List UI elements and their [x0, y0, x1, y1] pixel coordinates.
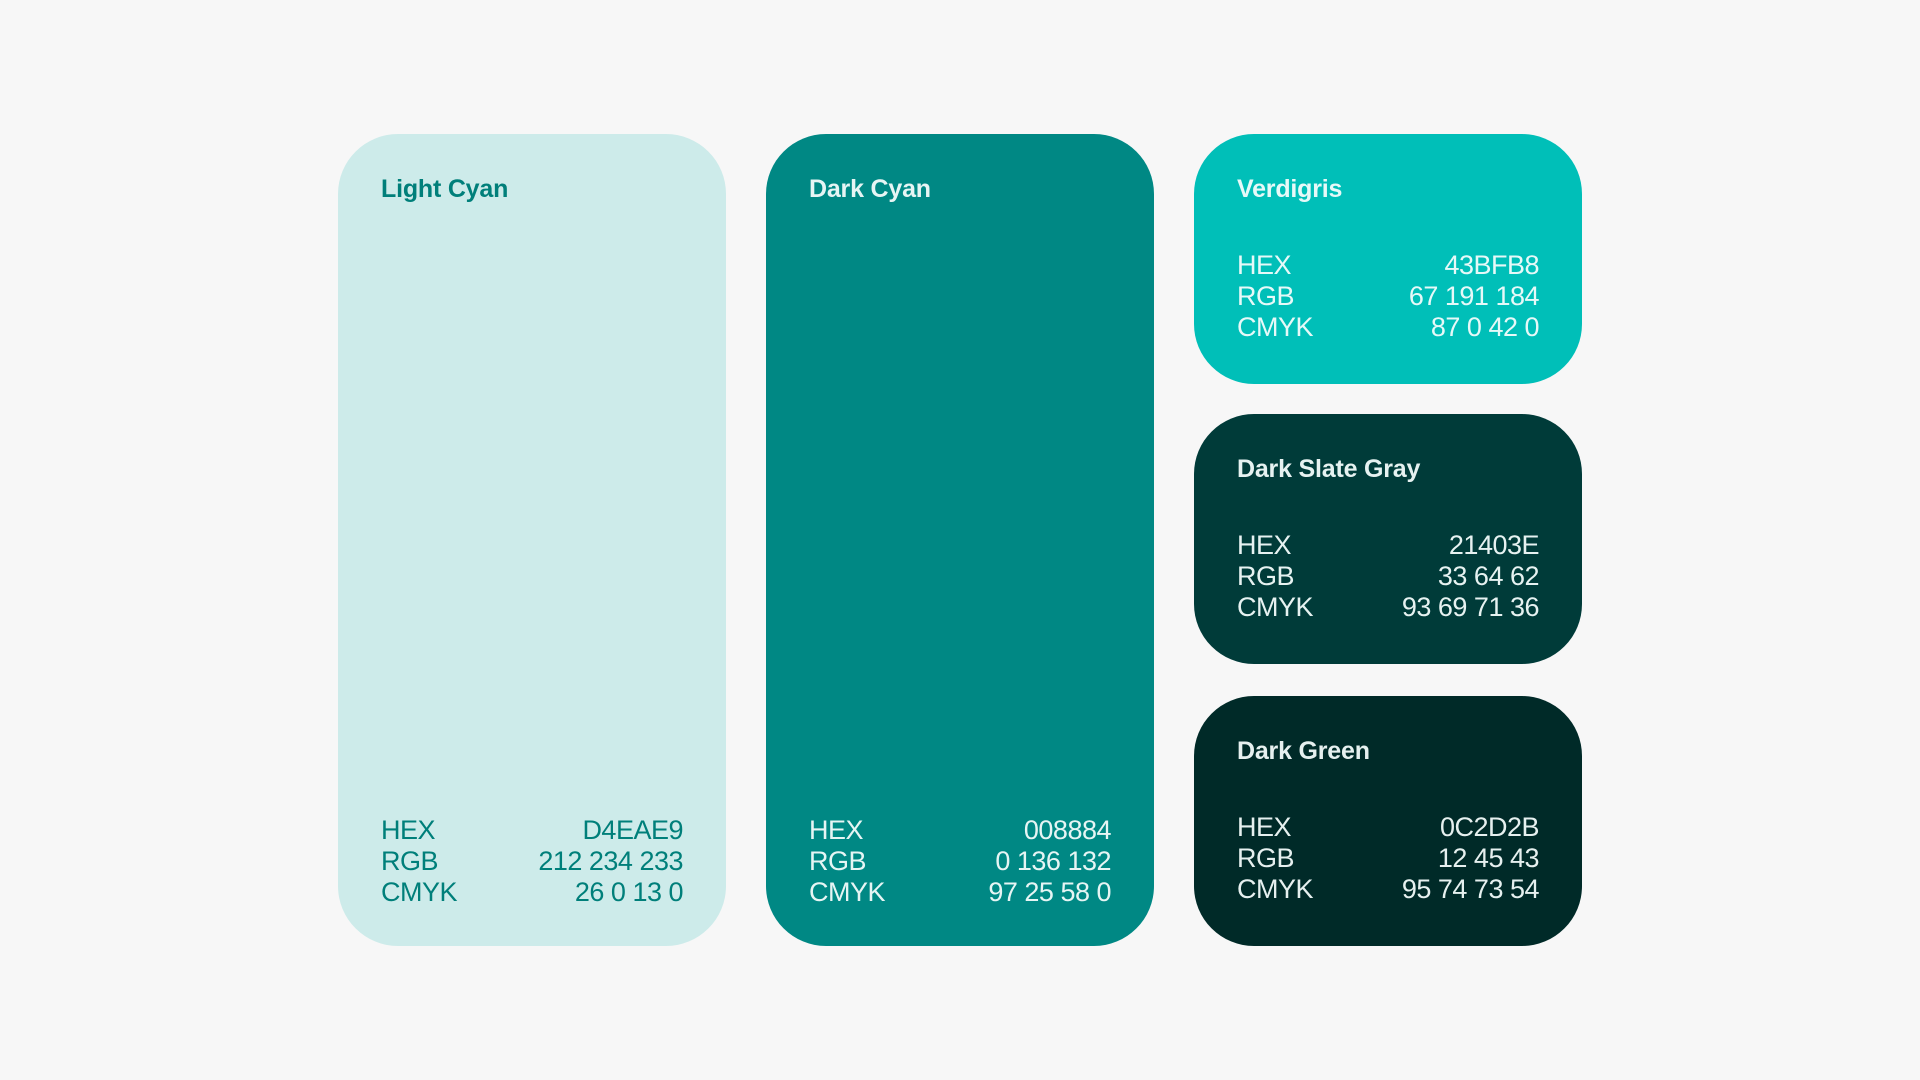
- swatch-card-dark-green: Dark Green HEX 0C2D2B RGB 12 45 43 CMYK …: [1194, 696, 1582, 946]
- cmyk-value: 95 74 73 54: [1401, 874, 1540, 904]
- rgb-label: RGB: [1237, 843, 1295, 873]
- hex-row: HEX 008884: [809, 815, 1112, 846]
- cmyk-row: CMYK 95 74 73 54: [1237, 874, 1540, 905]
- hex-value: 21403E: [1448, 530, 1540, 560]
- swatch-specs: HEX 43BFB8 RGB 67 191 184 CMYK 87 0 42 0: [1237, 250, 1540, 343]
- cmyk-value: 26 0 13 0: [574, 877, 684, 907]
- rgb-row: RGB 33 64 62: [1237, 561, 1540, 592]
- rgb-value: 212 234 233: [538, 846, 683, 876]
- hex-row: HEX 21403E: [1237, 530, 1540, 561]
- rgb-label: RGB: [1237, 281, 1295, 311]
- swatch-name: Dark Cyan: [809, 175, 931, 203]
- cmyk-row: CMYK 97 25 58 0: [809, 877, 1111, 908]
- swatch-name: Dark Green: [1237, 737, 1370, 765]
- rgb-value: 0 136 132: [995, 846, 1111, 876]
- rgb-row: RGB 67 191 184: [1237, 281, 1540, 312]
- rgb-value: 67 191 184: [1408, 281, 1540, 311]
- rgb-row: RGB 0 136 132: [809, 846, 1111, 877]
- swatch-card-dark-slate-gray: Dark Slate Gray HEX 21403E RGB 33 64 62 …: [1194, 414, 1582, 664]
- swatch-specs: HEX 008884 RGB 0 136 132 CMYK 97 25 58 0: [809, 815, 1112, 908]
- hex-row: HEX 0C2D2B: [1237, 812, 1540, 843]
- hex-label: HEX: [1237, 250, 1292, 280]
- cmyk-label: CMYK: [381, 877, 458, 907]
- swatch-card-light-cyan: Light Cyan HEX D4EAE9 RGB 212 234 233 CM…: [338, 134, 726, 946]
- swatch-specs: HEX D4EAE9 RGB 212 234 233 CMYK 26 0 13 …: [381, 815, 684, 908]
- palette-canvas: Light Cyan HEX D4EAE9 RGB 212 234 233 CM…: [0, 0, 1920, 1080]
- cmyk-row: CMYK 26 0 13 0: [381, 877, 684, 908]
- cmyk-label: CMYK: [1237, 592, 1314, 622]
- swatch-card-dark-cyan: Dark Cyan HEX 008884 RGB 0 136 132 CMYK …: [766, 134, 1154, 946]
- swatch-name: Dark Slate Gray: [1237, 455, 1421, 483]
- swatch-card-verdigris: Verdigris HEX 43BFB8 RGB 67 191 184 CMYK…: [1194, 134, 1582, 384]
- hex-label: HEX: [1237, 530, 1292, 560]
- cmyk-label: CMYK: [809, 877, 886, 907]
- rgb-value: 33 64 62: [1437, 561, 1540, 591]
- cmyk-label: CMYK: [1237, 312, 1314, 342]
- rgb-value: 12 45 43: [1437, 843, 1540, 873]
- rgb-row: RGB 212 234 233: [381, 846, 683, 877]
- hex-value: D4EAE9: [582, 815, 683, 845]
- hex-label: HEX: [809, 815, 864, 845]
- rgb-label: RGB: [1237, 561, 1295, 591]
- cmyk-value: 93 69 71 36: [1401, 592, 1540, 622]
- hex-value: 43BFB8: [1444, 250, 1539, 280]
- swatch-name: Light Cyan: [381, 175, 509, 203]
- hex-value: 0C2D2B: [1439, 812, 1540, 842]
- hex-row: HEX 43BFB8: [1237, 250, 1539, 281]
- rgb-label: RGB: [381, 846, 439, 876]
- cmyk-label: CMYK: [1237, 874, 1314, 904]
- hex-row: HEX D4EAE9: [381, 815, 683, 846]
- cmyk-value: 87 0 42 0: [1430, 312, 1540, 342]
- hex-value: 008884: [1023, 815, 1112, 845]
- rgb-label: RGB: [809, 846, 867, 876]
- rgb-row: RGB 12 45 43: [1237, 843, 1540, 874]
- swatch-name: Verdigris: [1237, 175, 1343, 203]
- swatch-specs: HEX 21403E RGB 33 64 62 CMYK 93 69 71 36: [1237, 530, 1540, 623]
- swatch-specs: HEX 0C2D2B RGB 12 45 43 CMYK 95 74 73 54: [1237, 812, 1540, 905]
- hex-label: HEX: [1237, 812, 1292, 842]
- cmyk-row: CMYK 93 69 71 36: [1237, 592, 1540, 623]
- cmyk-value: 97 25 58 0: [988, 877, 1111, 907]
- cmyk-row: CMYK 87 0 42 0: [1237, 312, 1540, 343]
- hex-label: HEX: [381, 815, 436, 845]
